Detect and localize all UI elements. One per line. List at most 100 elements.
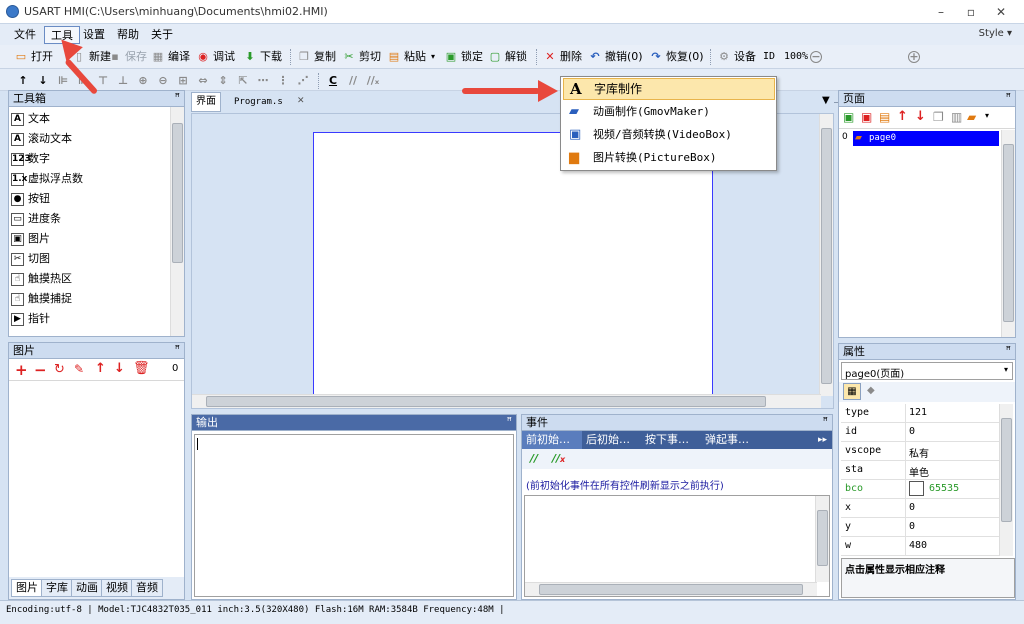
delete-page-icon[interactable]: ▣ xyxy=(861,110,872,124)
property-row[interactable]: id 0 xyxy=(841,423,1001,442)
paste-button[interactable]: ▤ 粘贴 ▾ xyxy=(387,48,437,66)
zoom-out-button[interactable]: − xyxy=(810,48,822,66)
download-button[interactable]: ⬇ 下载 xyxy=(243,48,282,66)
move-down-icon[interactable]: ↓ xyxy=(915,109,926,124)
add-picture-icon[interactable]: + xyxy=(15,361,28,379)
menu-item-video-converter[interactable]: ▣ 视频/音频转换(VideoBox) xyxy=(563,124,775,146)
tab-release[interactable]: 弹起事… xyxy=(705,431,749,449)
toolbox-item[interactable]: 123 数字 xyxy=(11,149,50,169)
tab-program[interactable]: Program.s xyxy=(234,97,283,107)
debug-button[interactable]: ◉ 调试 xyxy=(196,48,235,66)
add-page-icon[interactable]: ▣ xyxy=(843,110,854,124)
device-settings-button[interactable]: ⚙ 设备 xyxy=(717,48,756,66)
align-left-button[interactable]: ⊫ xyxy=(56,72,70,90)
menu-item-font-generator[interactable]: A 字库制作 xyxy=(563,78,775,100)
undo-button[interactable]: ↶ 撤销(0) xyxy=(588,48,642,66)
move-up-icon[interactable]: ↑ xyxy=(95,361,106,376)
object-selector[interactable]: page0(页面) ▾ xyxy=(841,362,1013,380)
scrollbar-thumb[interactable] xyxy=(1001,418,1012,522)
uncomment-button[interactable]: //ₓ xyxy=(366,72,380,90)
align-top-button[interactable]: ⊤ xyxy=(96,72,110,90)
tabs-scroll-icon[interactable]: ▸▸ xyxy=(818,431,827,449)
canvas-hscrollbar[interactable] xyxy=(192,394,821,408)
id-button[interactable]: ID xyxy=(763,48,775,66)
page-row[interactable]: 0 ▰ page0 xyxy=(839,131,999,147)
toolbox-scrollbar[interactable] xyxy=(170,107,184,336)
move-up-icon[interactable]: ↑ xyxy=(897,109,908,124)
tab-post-init[interactable]: 后初始… xyxy=(586,431,630,449)
same-height-button[interactable]: ⇕ xyxy=(216,72,230,90)
pin-icon[interactable]: ꟸ xyxy=(507,415,512,430)
tab-audio[interactable]: 音频 xyxy=(131,579,163,597)
align-up-button[interactable]: ↑ xyxy=(16,72,30,90)
toolbox-item[interactable]: ☝ 触摸捕捉 xyxy=(11,289,72,309)
property-row[interactable]: bco 65535 xyxy=(841,480,1001,499)
align-hcenter-button[interactable]: ⊕ xyxy=(136,72,150,90)
toolbox-item[interactable]: A 滚动文本 xyxy=(11,129,72,149)
pin-icon[interactable]: ꟸ xyxy=(175,91,180,106)
paste-page-icon[interactable]: ▥ xyxy=(951,110,962,124)
open-button[interactable]: ▭ 打开 xyxy=(14,48,53,66)
property-row[interactable]: sta 单色 xyxy=(841,461,1001,480)
pages-scrollbar[interactable] xyxy=(1001,130,1015,337)
trash-icon[interactable]: 🗑 xyxy=(133,361,150,376)
copy-page-icon[interactable]: ❐ xyxy=(933,110,944,124)
same-size-button[interactable]: ⇱ xyxy=(236,72,250,90)
tab-design[interactable]: 界面 xyxy=(191,92,221,112)
tabs-dropdown-icon[interactable]: ▼ xyxy=(822,95,830,106)
minimize-button[interactable]: – xyxy=(926,2,956,22)
unlock-button[interactable]: ▢ 解锁 xyxy=(488,48,527,66)
pin-icon[interactable]: ꟸ xyxy=(1006,344,1011,359)
properties-scrollbar[interactable] xyxy=(999,404,1013,556)
delete-button[interactable]: ✕ 删除 xyxy=(543,48,582,66)
save-button[interactable]: ▪ 保存 xyxy=(108,48,147,66)
categorized-view-icon[interactable]: ▦ xyxy=(843,383,861,400)
toolbox-item[interactable]: ☝ 触摸热区 xyxy=(11,269,72,289)
toolbox-item[interactable]: ✂ 切图 xyxy=(11,249,50,269)
remove-picture-icon[interactable]: − xyxy=(34,361,47,379)
event-code-hscrollbar[interactable] xyxy=(525,582,817,596)
insert-page-icon[interactable]: ▤ xyxy=(879,110,890,124)
code-button[interactable]: C xyxy=(326,72,340,90)
pin-icon[interactable]: ꟸ xyxy=(823,415,828,430)
align-vcenter-button[interactable]: ⊖ xyxy=(156,72,170,90)
style-selector[interactable]: Style ▾ xyxy=(979,28,1012,39)
tab-press[interactable]: 按下事… xyxy=(645,431,689,449)
comment-button[interactable]: // xyxy=(346,72,360,90)
cut-button[interactable]: ✂ 剪切 xyxy=(342,48,381,66)
toolbox-item[interactable]: A 文本 xyxy=(11,109,50,129)
menu-settings[interactable]: 设置 xyxy=(77,26,111,44)
page-item-page0[interactable]: ▰ page0 xyxy=(853,131,999,146)
property-row[interactable]: y0 xyxy=(841,518,1001,537)
color-swatch[interactable] xyxy=(909,481,924,496)
output-textarea[interactable] xyxy=(194,434,514,597)
tab-pre-init[interactable]: 前初始… xyxy=(522,431,582,449)
lock-button[interactable]: ▣ 锁定 xyxy=(444,48,483,66)
distribute-button[interactable]: ⋰ xyxy=(296,72,310,90)
scrollbar-thumb[interactable] xyxy=(817,510,828,566)
property-row[interactable]: type 121 xyxy=(841,404,1001,423)
close-tab-icon[interactable]: ✕ xyxy=(297,96,305,106)
redo-button[interactable]: ↷ 恢复(0) xyxy=(649,48,703,66)
tab-videos[interactable]: 视频 xyxy=(101,579,133,597)
scrollbar-thumb[interactable] xyxy=(539,584,803,595)
same-width-button[interactable]: ⇔ xyxy=(196,72,210,90)
toolbox-item[interactable]: ▭ 进度条 xyxy=(11,209,61,229)
zoom-in-button[interactable]: + xyxy=(908,48,920,66)
chevron-down-icon[interactable]: ▾ xyxy=(985,111,989,120)
uncomment-icon[interactable]: //x xyxy=(552,452,565,465)
canvas-vscrollbar[interactable] xyxy=(819,114,833,396)
property-row[interactable]: x0 xyxy=(841,499,1001,518)
vspace-button[interactable]: ⋮ xyxy=(276,72,290,90)
page-canvas[interactable] xyxy=(313,132,713,403)
copy-button[interactable]: ❐ 复制 xyxy=(297,48,336,66)
toolbox-item[interactable]: ▣ 图片 xyxy=(11,229,50,249)
scrollbar-thumb[interactable] xyxy=(172,123,183,263)
comment-icon[interactable]: // xyxy=(530,452,538,465)
tab-animations[interactable]: 动画 xyxy=(71,579,103,597)
scrollbar-thumb[interactable] xyxy=(206,396,766,407)
menu-help[interactable]: 帮助 xyxy=(111,26,145,44)
menu-about[interactable]: 关于 xyxy=(145,26,179,44)
hspace-button[interactable]: ⋯ xyxy=(256,72,270,90)
align-down-button[interactable]: ↓ xyxy=(36,72,50,90)
